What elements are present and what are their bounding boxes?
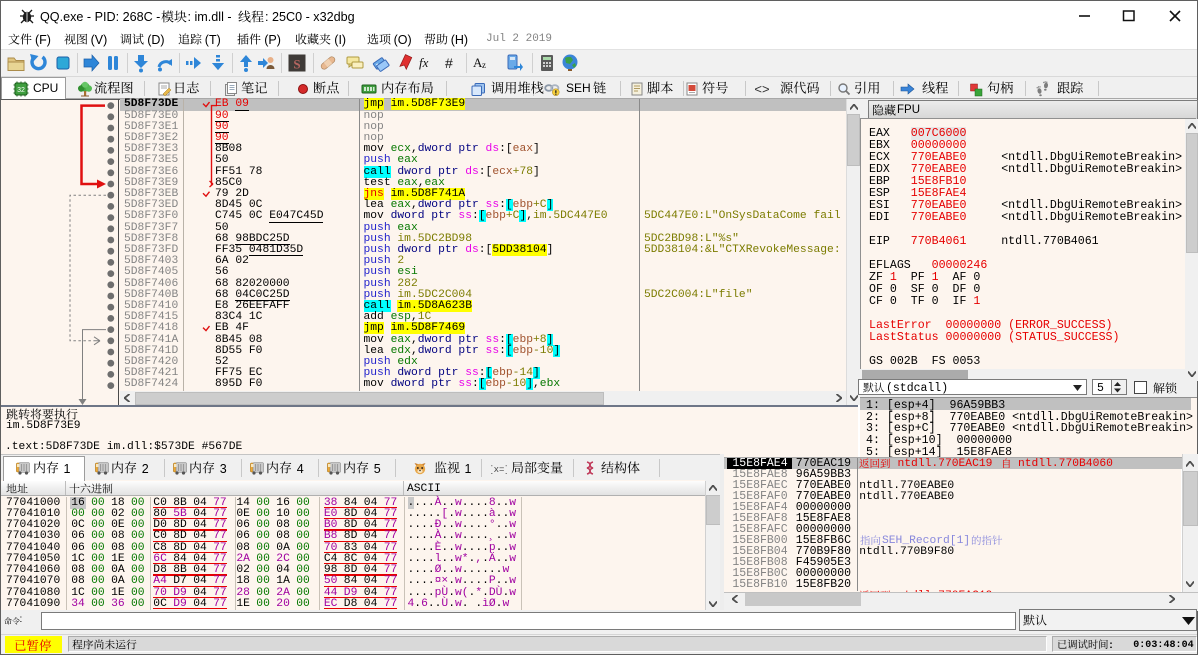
svg-text:32: 32 <box>17 87 25 94</box>
svg-text:z: z <box>482 60 486 70</box>
svg-text:#: # <box>445 55 453 71</box>
svg-text:fx: fx <box>419 55 429 70</box>
svg-text:S: S <box>293 57 300 72</box>
svg-text:<>: <> <box>754 81 769 96</box>
svg-text:[x=]: [x=] <box>491 465 507 475</box>
